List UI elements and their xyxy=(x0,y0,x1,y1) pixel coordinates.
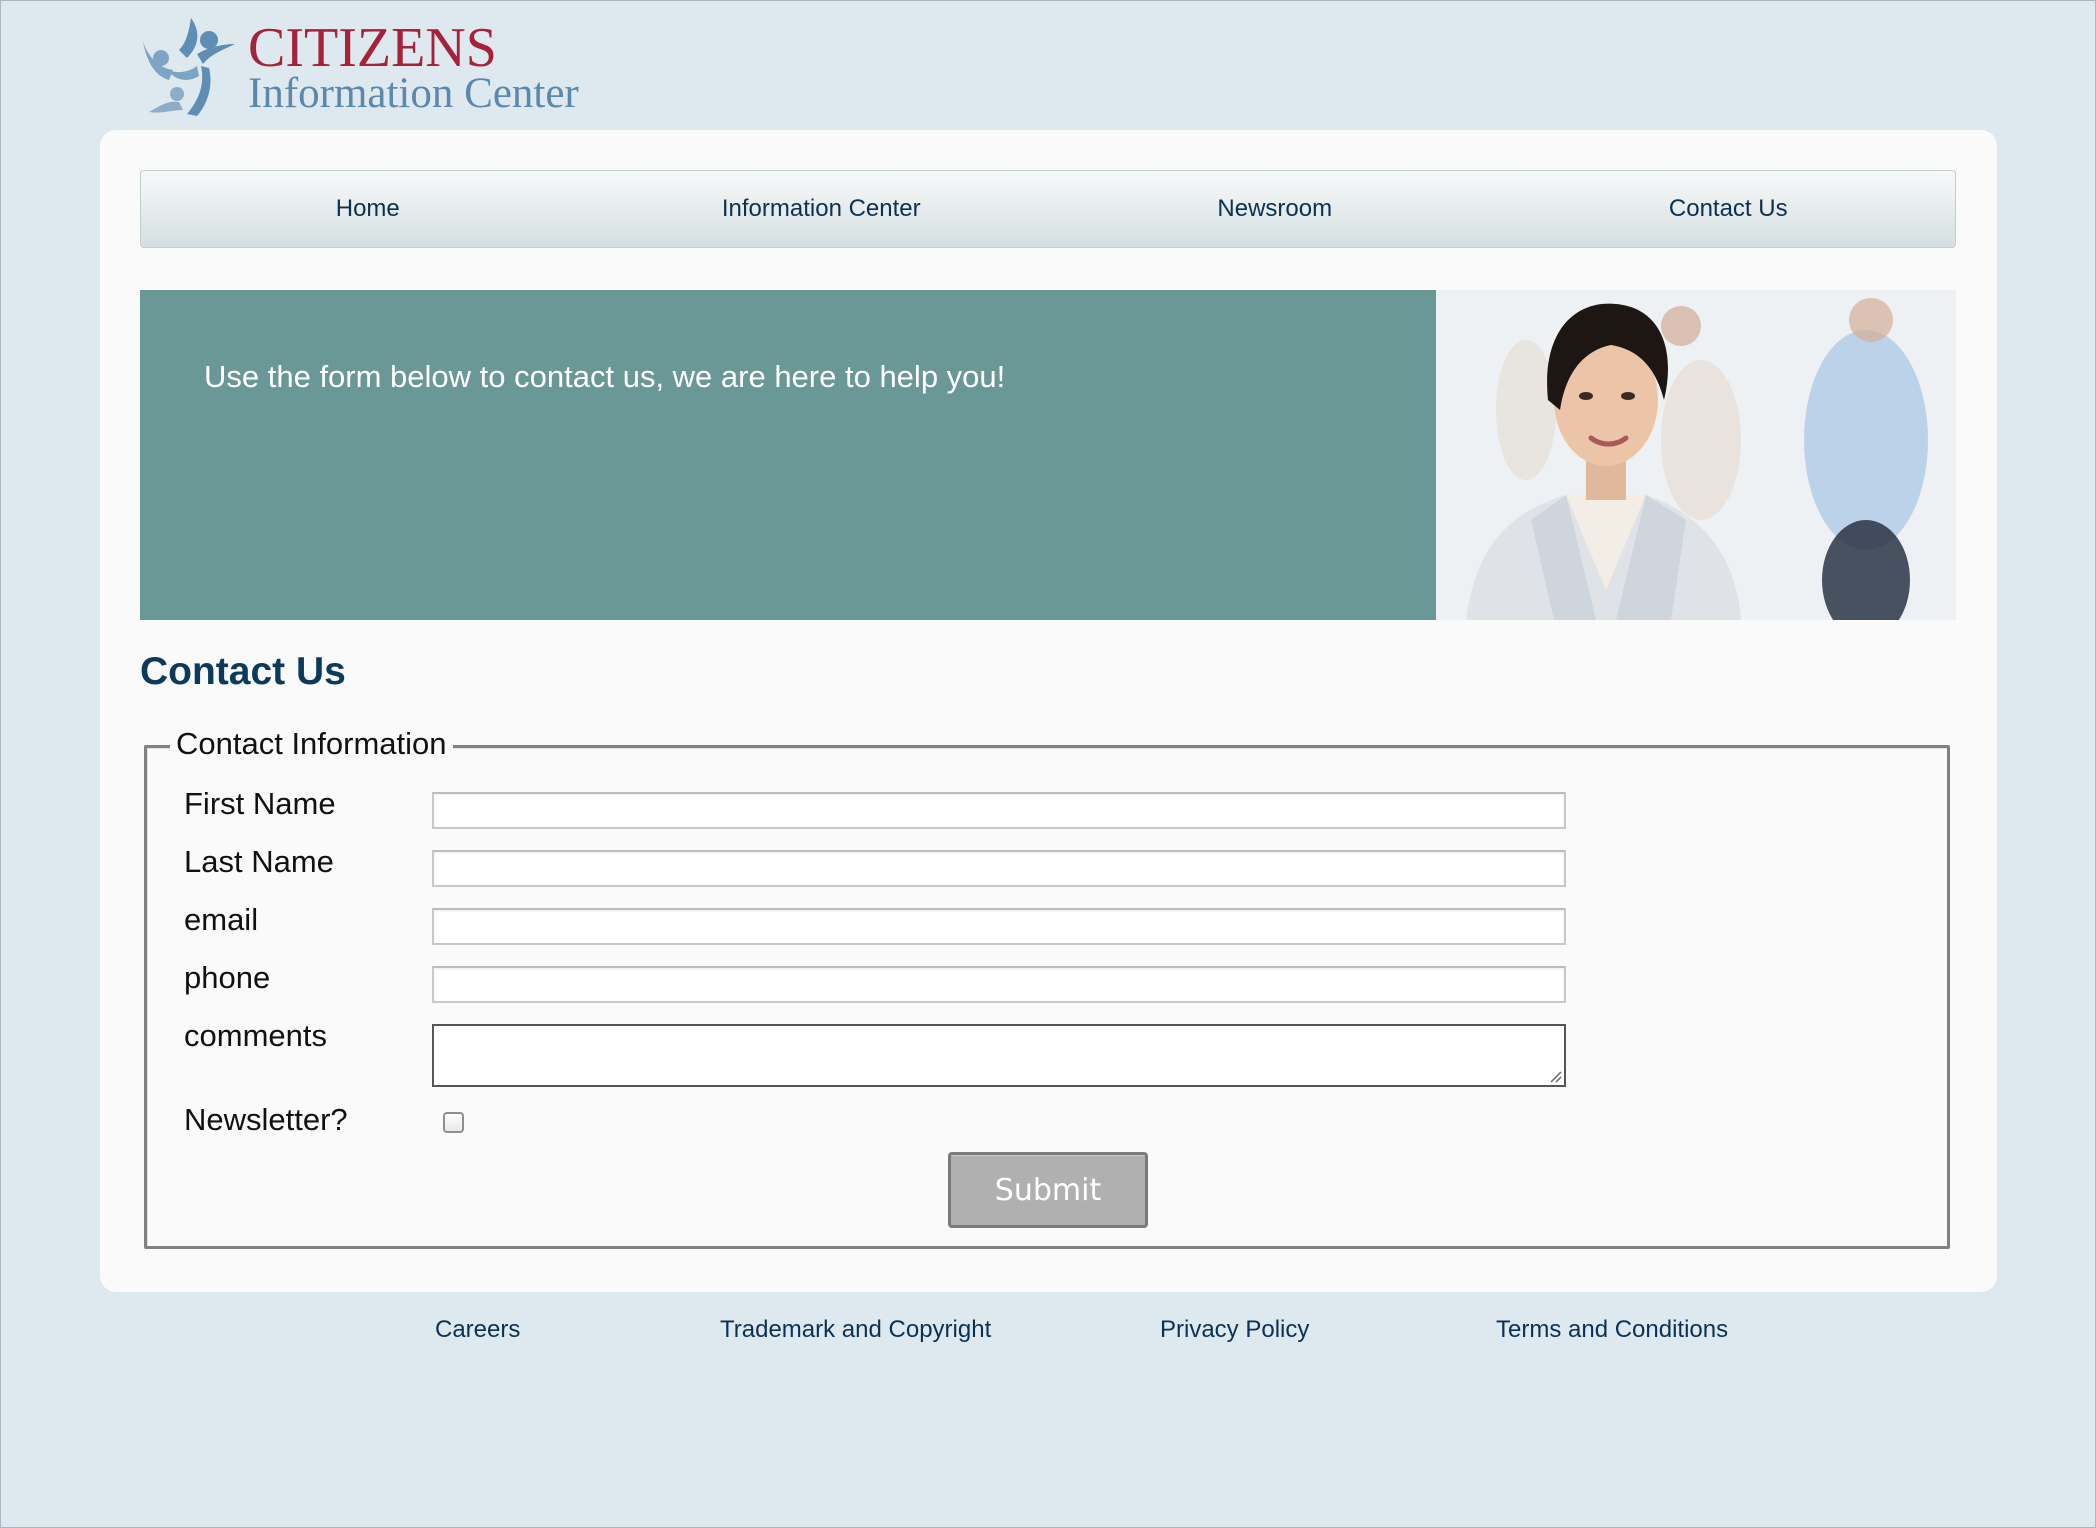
last-name-label: Last Name xyxy=(184,844,334,879)
nav-item-newsroom[interactable]: Newsroom xyxy=(1048,171,1502,247)
comments-label: comments xyxy=(184,1018,327,1053)
last-name-input[interactable] xyxy=(432,850,1566,887)
hero-banner: Use the form below to contact us, we are… xyxy=(140,290,1956,620)
nav-item-home[interactable]: Home xyxy=(141,171,595,247)
phone-label: phone xyxy=(184,960,271,995)
nav-item-information-center[interactable]: Information Center xyxy=(595,171,1049,247)
first-name-input[interactable] xyxy=(432,792,1566,829)
footer-link-privacy[interactable]: Privacy Policy xyxy=(1160,1316,1309,1344)
newsletter-label: Newsletter? xyxy=(184,1102,348,1137)
phone-input[interactable] xyxy=(432,966,1566,1003)
footer-link-terms[interactable]: Terms and Conditions xyxy=(1496,1316,1728,1344)
email-input[interactable] xyxy=(432,908,1566,945)
footer-link-trademark[interactable]: Trademark and Copyright xyxy=(720,1316,991,1344)
nav-item-contact-us[interactable]: Contact Us xyxy=(1502,171,1956,247)
page-title: Contact Us xyxy=(140,650,346,693)
hero-message: Use the form below to contact us, we are… xyxy=(204,359,1006,394)
logo-people-icon xyxy=(143,18,235,116)
newsletter-checkbox[interactable] xyxy=(443,1112,464,1133)
hero-photo-woman xyxy=(1436,290,1956,620)
footer-link-careers[interactable]: Careers xyxy=(435,1316,520,1344)
hero-text-panel: Use the form below to contact us, we are… xyxy=(140,290,1436,620)
fieldset-legend: Contact Information xyxy=(170,726,453,762)
site-logo[interactable]: CITIZENS Information Center xyxy=(139,14,619,118)
comments-textarea[interactable] xyxy=(432,1024,1566,1087)
resize-grip-icon[interactable] xyxy=(1548,1069,1562,1083)
submit-button[interactable]: Submit xyxy=(948,1152,1148,1228)
first-name-label: First Name xyxy=(184,786,336,821)
email-label: email xyxy=(184,902,259,937)
logo-subtitle: Information Center xyxy=(248,70,579,117)
logo-title: CITIZENS xyxy=(248,17,497,79)
main-nav: Home Information Center Newsroom Contact… xyxy=(140,170,1956,248)
